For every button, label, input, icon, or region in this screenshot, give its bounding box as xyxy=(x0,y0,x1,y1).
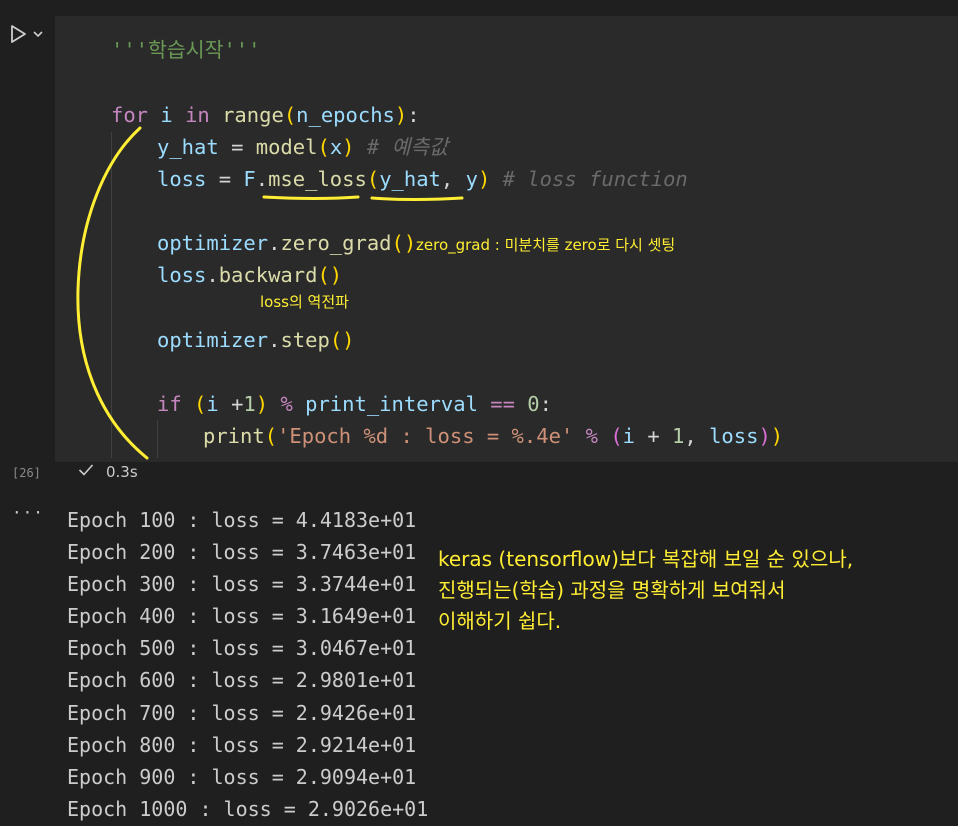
eq-op: == xyxy=(490,392,515,416)
assign-op: = xyxy=(231,135,244,159)
notebook-view: '''학습시작''' for i in range(n_epochs): y_h… xyxy=(0,0,958,826)
check-icon xyxy=(78,463,94,481)
format-string: 'Epoch %d : loss = %.4e' xyxy=(277,424,574,448)
comment-loss: # loss function xyxy=(502,167,688,191)
tuple-loss: loss xyxy=(709,424,759,448)
zero-num: 0 xyxy=(527,392,540,416)
optimizer-var: optimizer xyxy=(157,231,269,255)
if-i: i xyxy=(206,392,219,416)
plus-op: + xyxy=(647,424,660,448)
indent-guide-inner xyxy=(157,420,158,458)
comment-pred: # 예측값 xyxy=(366,135,449,159)
loss-var: loss xyxy=(157,263,207,287)
dot: . xyxy=(255,167,269,191)
code-line-docstring: '''학습시작''' xyxy=(111,34,261,66)
plus-op: + xyxy=(231,392,244,416)
annotation-summary-line-1: keras (tensorflow)보다 복잡해 보일 순 있으나, xyxy=(438,547,854,571)
tuple-one: 1 xyxy=(672,424,685,448)
annotation-summary-line-3: 이해하기 쉽다. xyxy=(438,609,562,633)
paren: ( xyxy=(610,424,623,448)
output-line: Epoch 600 : loss = 2.9801e+01 xyxy=(67,668,417,692)
code-line-zero-grad: optimizer.zero_grad() xyxy=(157,227,416,259)
y-arg: y xyxy=(465,167,478,191)
run-cell-button[interactable] xyxy=(8,22,52,46)
code-line-backward: loss.backward() xyxy=(157,259,342,291)
colon: : xyxy=(539,392,552,416)
dot: . xyxy=(206,263,219,287)
colon: : xyxy=(407,103,420,127)
code-line-loss: loss = F.mse_loss(y_hat, y) # loss funct… xyxy=(157,163,688,195)
range-arg: n_epochs xyxy=(296,103,395,127)
for-keyword: for xyxy=(111,103,149,127)
mod-op: % xyxy=(280,392,293,416)
format-op: % xyxy=(585,424,598,448)
if-keyword: if xyxy=(157,392,182,416)
execution-time: 0.3s xyxy=(106,463,138,481)
annotation-zero-grad: zero_grad : 미분치를 zero로 다시 셋팅 xyxy=(416,236,676,254)
paren: ( xyxy=(317,135,330,159)
paren: () xyxy=(329,328,355,352)
yhat-arg: y_hat xyxy=(379,167,441,191)
code-line-yhat: y_hat = model(x) # 예측값 xyxy=(157,131,448,163)
dot: . xyxy=(268,328,281,352)
code-line-for: for i in range(n_epochs): xyxy=(111,99,420,131)
paren: ) xyxy=(758,424,771,448)
paren: ) xyxy=(394,103,408,127)
ellipsis-icon[interactable]: ··· xyxy=(12,503,44,522)
loop-var: i xyxy=(160,103,173,127)
paren: ) xyxy=(255,392,269,416)
paren: ( xyxy=(366,167,380,191)
output-line: Epoch 300 : loss = 3.3744e+01 xyxy=(67,572,417,596)
paren: ) xyxy=(477,167,491,191)
paren: () xyxy=(317,263,343,287)
model-fn: model xyxy=(255,135,318,159)
range-fn: range xyxy=(222,103,284,127)
execution-count: [26] xyxy=(12,466,41,480)
output-line: Epoch 800 : loss = 2.9214e+01 xyxy=(67,733,417,757)
f-obj: F xyxy=(243,167,256,191)
zero-grad-fn: zero_grad xyxy=(280,231,392,255)
paren: ( xyxy=(283,103,297,127)
assign-op: = xyxy=(218,167,232,191)
paren: ( xyxy=(264,424,278,448)
chevron-down-icon[interactable] xyxy=(32,28,44,40)
optimizer-var: optimizer xyxy=(157,328,269,352)
loss-var: loss xyxy=(157,167,207,191)
in-keyword: in xyxy=(185,103,210,127)
annotation-backward: loss의 역전파 xyxy=(260,293,349,311)
tuple-i: i xyxy=(622,424,635,448)
indent-guide xyxy=(111,132,112,458)
output-line: Epoch 700 : loss = 2.9426e+01 xyxy=(67,701,417,725)
output-line: Epoch 1000 : loss = 2.9026e+01 xyxy=(67,797,429,821)
output-line: Epoch 900 : loss = 2.9094e+01 xyxy=(67,765,417,789)
output-line: Epoch 100 : loss = 4.4183e+01 xyxy=(67,508,417,532)
paren: ) xyxy=(342,135,355,159)
print-fn: print xyxy=(203,424,265,448)
execution-status: 0.3s xyxy=(78,463,138,481)
mse-fn: mse_loss xyxy=(268,167,367,191)
if-one: 1 xyxy=(243,392,256,416)
output-line: Epoch 500 : loss = 3.0467e+01 xyxy=(67,636,417,660)
yhat-var: y_hat xyxy=(157,135,219,159)
paren: () xyxy=(391,231,417,255)
interval-var: print_interval xyxy=(305,392,478,416)
paren: ( xyxy=(194,392,207,416)
step-fn: step xyxy=(280,328,330,352)
code-line-if: if (i +1) % print_interval == 0: xyxy=(157,388,552,420)
output-line: Epoch 400 : loss = 3.1649e+01 xyxy=(67,604,417,628)
code-line-print: print('Epoch %d : loss = %.4e' % (i + 1,… xyxy=(203,420,783,452)
comma: , xyxy=(684,424,697,448)
annotation-summary-line-2: 진행되는(학습) 과정을 명확하게 보여줘서 xyxy=(438,578,786,602)
dot: . xyxy=(268,231,281,255)
code-line-step: optimizer.step() xyxy=(157,324,355,356)
docstring-text: '''학습시작''' xyxy=(111,38,261,62)
x-arg: x xyxy=(329,135,343,159)
output-line: Epoch 200 : loss = 3.7463e+01 xyxy=(67,540,417,564)
backward-fn: backward xyxy=(218,263,318,287)
paren: ) xyxy=(770,424,784,448)
comma: , xyxy=(440,167,454,191)
play-icon[interactable] xyxy=(8,24,28,44)
